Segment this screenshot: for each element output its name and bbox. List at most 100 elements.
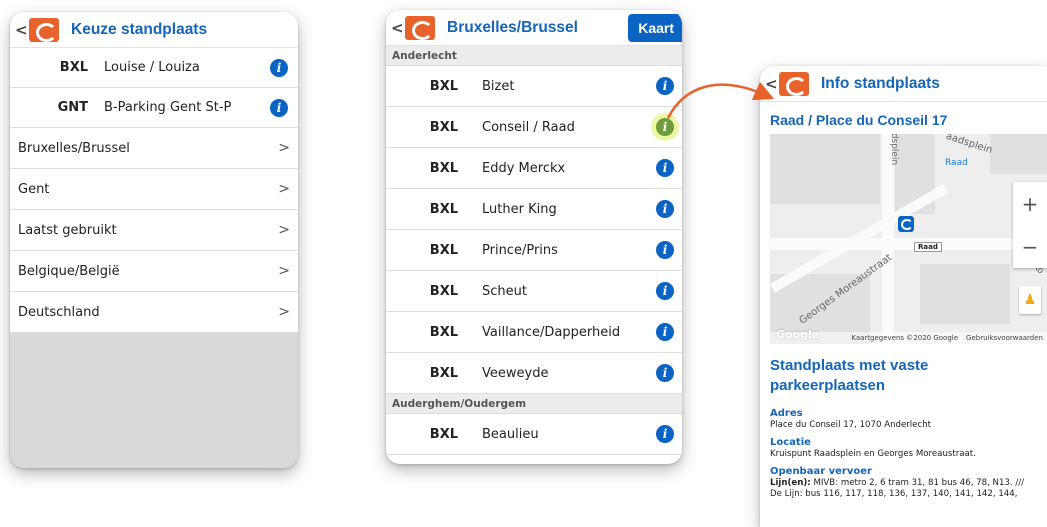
map-data-credit: Kaartgegevens ©2020 Google bbox=[851, 334, 959, 342]
map-road bbox=[770, 238, 1047, 250]
station-name: Vaillance/Dapperheid bbox=[482, 324, 621, 340]
nav-item-label: Bruxelles/Brussel bbox=[18, 140, 130, 156]
map-block bbox=[770, 134, 880, 204]
map-button[interactable]: Kaart bbox=[628, 14, 682, 42]
station-name: Bizet bbox=[482, 78, 515, 94]
info-icon[interactable]: i bbox=[656, 77, 674, 95]
terms-link[interactable]: Gebruiksvoorwaarden bbox=[966, 334, 1043, 342]
info-icon[interactable]: i bbox=[656, 282, 674, 300]
nav-item-recent[interactable]: Laatst gebruikt > bbox=[10, 210, 298, 251]
brand-logo-icon bbox=[779, 71, 809, 96]
street-label: dsplein bbox=[889, 134, 900, 166]
chevron-right-icon: > bbox=[278, 222, 290, 238]
favorite-row[interactable]: GNT B-Parking Gent St-P i bbox=[10, 88, 298, 128]
nav-item-gent[interactable]: Gent > bbox=[10, 169, 298, 210]
place-type: Standplaats met vaste parkeerplaatsen bbox=[770, 357, 929, 394]
station-row[interactable]: BXL Bizet i bbox=[386, 66, 682, 107]
page-title: Keuze standplaats bbox=[71, 20, 208, 38]
chevron-right-icon: > bbox=[278, 263, 290, 279]
screen-info-standplaats: < Info standplaats Raad / Place du Conse… bbox=[760, 66, 1047, 527]
back-chevron-icon[interactable]: < bbox=[391, 19, 405, 37]
station-row[interactable]: BXL Beaulieu i bbox=[386, 414, 682, 455]
map-block bbox=[920, 264, 1010, 324]
address-label: Adres bbox=[770, 408, 803, 419]
info-icon[interactable]: i bbox=[656, 323, 674, 341]
map-credits: Kaartgegevens ©2020 Google Gebruiksvoorw… bbox=[770, 332, 1047, 344]
station-label: Raad bbox=[945, 158, 968, 168]
station-code: BXL bbox=[59, 60, 88, 75]
transport-prefix: Lijn(en): bbox=[770, 478, 811, 488]
chevron-right-icon: > bbox=[278, 304, 290, 320]
location-label: Locatie bbox=[770, 437, 811, 448]
zoom-out-button[interactable]: − bbox=[1013, 225, 1047, 268]
nav-item-bruxelles[interactable]: Bruxelles/Brussel > bbox=[10, 128, 298, 169]
screen-bruxelles-list: < Bruxelles/Brussel Kaart Anderlecht BXL… bbox=[386, 10, 682, 464]
station-name: Scheut bbox=[482, 283, 527, 299]
station-name: Prince/Prins bbox=[482, 242, 558, 258]
station-code: BXL bbox=[429, 283, 458, 299]
page-title: Info standplaats bbox=[821, 74, 940, 92]
favorite-row[interactable]: BXL Louise / Louiza i bbox=[10, 48, 298, 88]
nav-item-deutschland[interactable]: Deutschland > bbox=[10, 292, 298, 333]
zoom-in-button[interactable]: + bbox=[1013, 182, 1047, 225]
back-chevron-icon[interactable]: < bbox=[15, 21, 29, 39]
screen-keuze-standplaats: < Keuze standplaats BXL Louise / Louiza … bbox=[10, 12, 298, 468]
section-header: Auderghem/Oudergem bbox=[386, 394, 682, 414]
station-code: BXL bbox=[429, 426, 458, 442]
station-name: Beaulieu bbox=[482, 426, 539, 442]
transport-label: Openbaar vervoer bbox=[770, 466, 872, 477]
station-code: BXL bbox=[429, 242, 458, 258]
brand-logo-icon bbox=[405, 15, 435, 40]
station-name: B-Parking Gent St-P bbox=[104, 100, 232, 115]
station-row[interactable]: BXL Veeweyde i bbox=[386, 353, 682, 394]
address-value: Place du Conseil 17, 1070 Anderlecht bbox=[770, 420, 932, 430]
station-row[interactable]: BXL Conseil / Raad i bbox=[386, 107, 682, 148]
station-row[interactable]: BXL Luther King i bbox=[386, 189, 682, 230]
nav-item-label: Belgique/België bbox=[18, 263, 120, 279]
street-view-pegman-icon[interactable]: ♟ bbox=[1019, 286, 1041, 314]
info-icon[interactable]: i bbox=[656, 364, 674, 382]
header: < Bruxelles/Brussel Kaart bbox=[386, 10, 682, 46]
info-icon[interactable]: i bbox=[656, 425, 674, 443]
location-marker-icon[interactable] bbox=[898, 216, 914, 232]
station-code: BXL bbox=[429, 119, 458, 135]
station-name: Eddy Merckx bbox=[482, 160, 566, 176]
station-code: BXL bbox=[429, 78, 458, 94]
station-row[interactable]: BXL Eddy Merckx i bbox=[386, 148, 682, 189]
station-row[interactable]: BXL Prince/Prins i bbox=[386, 230, 682, 271]
location-value: Kruispunt Raadsplein en Georges Moreaust… bbox=[770, 449, 976, 459]
transport-value: Lijn(en): MIVB: metro 2, 6 tram 31, 81 b… bbox=[760, 477, 1047, 502]
street-label: aadsplein bbox=[944, 134, 994, 157]
nav-item-label: Laatst gebruikt bbox=[18, 222, 117, 238]
chevron-right-icon: > bbox=[278, 140, 290, 156]
station-code: BXL bbox=[429, 201, 458, 217]
nav-item-label: Gent bbox=[18, 181, 50, 197]
station-row[interactable]: BXL Vaillance/Dapperheid i bbox=[386, 312, 682, 353]
station-name: Conseil / Raad bbox=[482, 119, 575, 135]
info-icon[interactable]: i bbox=[270, 58, 288, 77]
road-sign: Raad bbox=[914, 242, 942, 252]
info-icon[interactable]: i bbox=[656, 118, 674, 136]
station-name: Veeweyde bbox=[482, 365, 549, 381]
station-code: BXL bbox=[429, 365, 458, 381]
header: < Keuze standplaats bbox=[10, 12, 298, 48]
info-icon[interactable]: i bbox=[270, 98, 288, 117]
station-code: BXL bbox=[429, 160, 458, 176]
section-header: Anderlecht bbox=[386, 46, 682, 66]
info-icon[interactable]: i bbox=[656, 159, 674, 177]
page-title: Bruxelles/Brussel bbox=[447, 18, 578, 36]
map-block bbox=[990, 134, 1047, 174]
brand-logo-icon bbox=[29, 17, 59, 42]
station-row[interactable]: BXL Scheut i bbox=[386, 271, 682, 312]
station-code: GNT bbox=[57, 100, 88, 115]
place-title: Raad / Place du Conseil 17 bbox=[770, 112, 948, 128]
chevron-right-icon: > bbox=[278, 181, 290, 197]
station-name: Louise / Louiza bbox=[104, 60, 200, 75]
back-chevron-icon[interactable]: < bbox=[765, 75, 779, 93]
info-icon[interactable]: i bbox=[656, 200, 674, 218]
header: < Info standplaats bbox=[760, 66, 1047, 102]
station-code: BXL bbox=[429, 324, 458, 340]
nav-item-belgique[interactable]: Belgique/België > bbox=[10, 251, 298, 292]
map-view[interactable]: dsplein aadsplein Raad Georges Moreaustr… bbox=[770, 134, 1047, 344]
info-icon[interactable]: i bbox=[656, 241, 674, 259]
